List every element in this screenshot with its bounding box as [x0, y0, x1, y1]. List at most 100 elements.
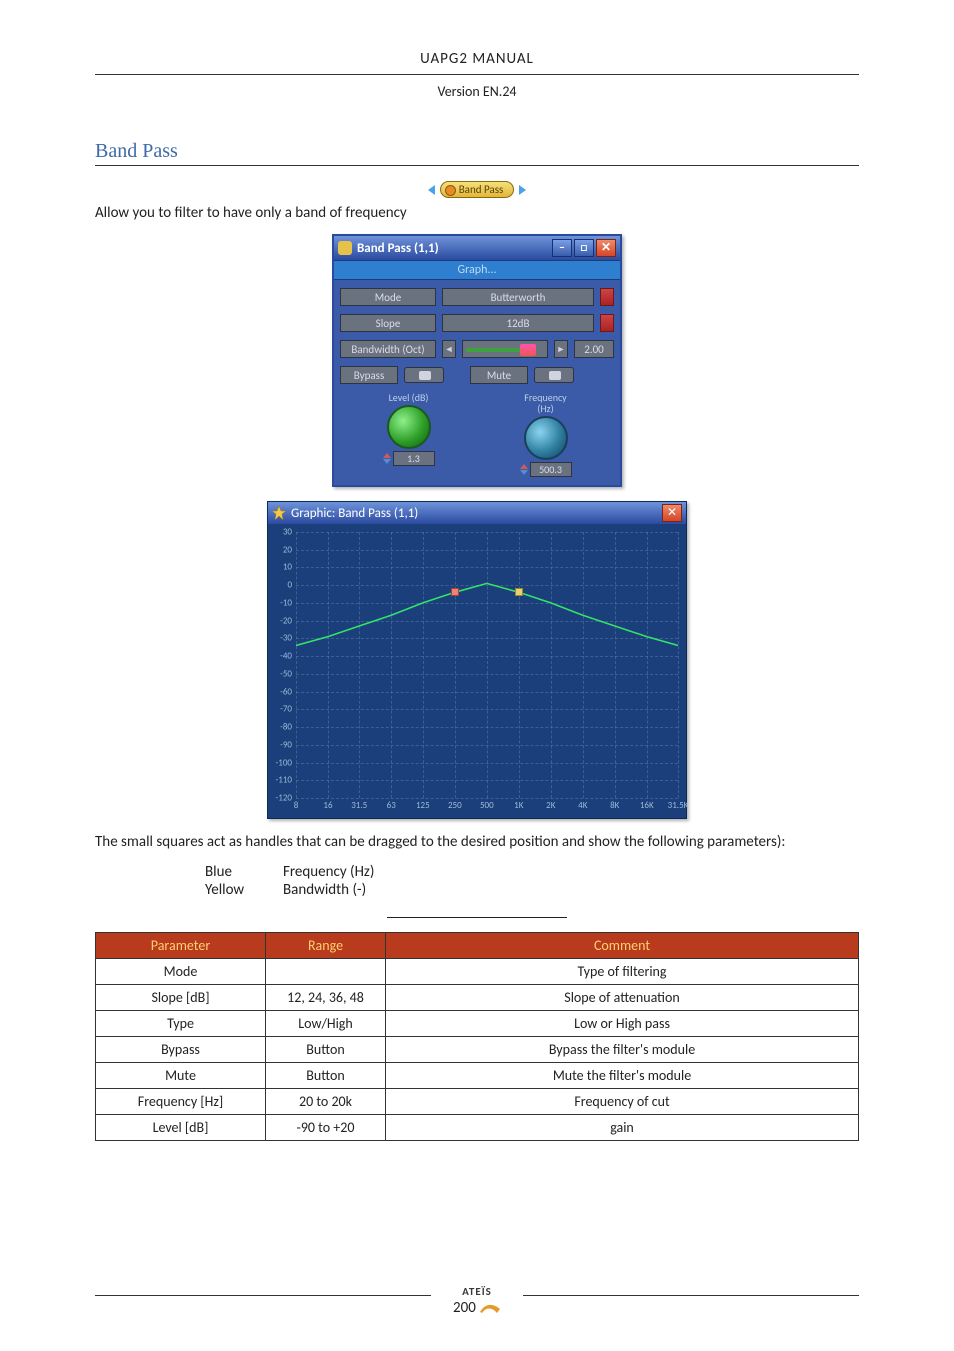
y-tick-label: 20: [283, 544, 292, 555]
response-chart[interactable]: 3020100-10-20-30-40-50-60-70-80-90-100-1…: [296, 532, 678, 812]
table-cell: Frequency [Hz]: [96, 1089, 266, 1115]
bypass-toggle[interactable]: [404, 367, 444, 383]
table-row: Frequency [Hz]20 to 20kFrequency of cut: [96, 1089, 859, 1115]
y-tick-label: 10: [283, 562, 292, 573]
level-down-icon[interactable]: [383, 459, 391, 464]
table-cell: 20 to 20k: [266, 1089, 386, 1115]
frequency-value[interactable]: 500.3: [530, 462, 572, 477]
brand-logo: ATEÏS: [453, 1285, 501, 1298]
y-tick-label: -50: [280, 668, 292, 679]
x-tick-label: 4K: [578, 800, 587, 811]
table-cell: Low or High pass: [386, 1011, 859, 1037]
band-pass-control-window: Band Pass (1,1) – □ ✕ Graph... Mode Butt…: [332, 234, 622, 487]
legend-yellow-key: Yellow: [205, 881, 265, 899]
table-cell: Frequency of cut: [386, 1089, 859, 1115]
divider: [387, 917, 567, 918]
th-parameter: Parameter: [96, 933, 266, 959]
parameter-table: Parameter Range Comment ModeType of filt…: [95, 932, 859, 1141]
table-cell: Button: [266, 1037, 386, 1063]
slope-spinner[interactable]: [600, 314, 614, 332]
table-row: TypeLow/HighLow or High pass: [96, 1011, 859, 1037]
mode-value[interactable]: Butterworth: [442, 288, 594, 306]
band-pass-module-icon: Band Pass: [95, 180, 859, 198]
table-row: Level [dB]-90 to +20gain: [96, 1115, 859, 1141]
graphic-titlebar[interactable]: Graphic: Band Pass (1,1) ✕: [268, 502, 686, 524]
frequency-up-icon[interactable]: [520, 464, 528, 469]
mode-spinner[interactable]: [600, 288, 614, 306]
x-tick-label: 250: [448, 800, 462, 811]
bandwidth-decrease-button[interactable]: ◄: [442, 340, 456, 358]
y-tick-label: -40: [280, 651, 292, 662]
table-cell: Button: [266, 1063, 386, 1089]
table-cell: Mode: [96, 959, 266, 985]
x-tick-label: 1K: [514, 800, 523, 811]
band-pass-chip: Band Pass: [440, 181, 515, 198]
bandwidth-increase-button[interactable]: ►: [554, 340, 568, 358]
chart-handle-bandwidth-low[interactable]: [451, 588, 459, 596]
bandwidth-slider[interactable]: [462, 340, 548, 358]
y-tick-label: -60: [280, 686, 292, 697]
y-tick-label: 30: [283, 527, 292, 538]
y-tick-label: -10: [280, 597, 292, 608]
frequency-knob[interactable]: [524, 416, 568, 460]
table-cell: -90 to +20: [266, 1115, 386, 1141]
table-cell: Mute the filter's module: [386, 1063, 859, 1089]
x-tick-label: 63: [387, 800, 396, 811]
mute-label: Mute: [470, 366, 528, 384]
y-tick-label: -30: [280, 633, 292, 644]
table-cell: Slope of attenuation: [386, 985, 859, 1011]
intro-text: Allow you to filter to have only a band …: [95, 204, 859, 222]
y-tick-label: -110: [276, 775, 292, 786]
x-tick-label: 16K: [640, 800, 654, 811]
frequency-down-icon[interactable]: [520, 470, 528, 475]
bandwidth-label: Bandwidth (Oct): [340, 340, 436, 358]
slope-value[interactable]: 12dB: [442, 314, 594, 332]
x-tick-label: 8: [294, 800, 299, 811]
doc-version: Version EN.24: [95, 83, 859, 100]
section-rule: [95, 165, 859, 166]
y-tick-label: -20: [280, 615, 292, 626]
table-cell: Slope [dB]: [96, 985, 266, 1011]
input-port-icon: [428, 185, 435, 195]
y-tick-label: 0: [287, 580, 292, 591]
x-tick-label: 500: [480, 800, 494, 811]
page-footer: ATEÏS 200: [95, 1287, 859, 1323]
band-pass-graphic-window: Graphic: Band Pass (1,1) ✕ 3020100-10-20…: [267, 501, 687, 819]
handles-description: The small squares act as handles that ca…: [95, 833, 859, 851]
page-number: 200: [453, 1299, 476, 1317]
mode-label: Mode: [340, 288, 436, 306]
table-cell: Type of filtering: [386, 959, 859, 985]
x-tick-label: 16: [323, 800, 332, 811]
graphic-close-button[interactable]: ✕: [662, 504, 682, 522]
app-icon: [338, 241, 352, 255]
frequency-label: Frequency (Hz): [517, 392, 575, 414]
mute-toggle[interactable]: [534, 367, 574, 383]
minimize-button[interactable]: –: [552, 239, 572, 257]
header-rule: [95, 74, 859, 75]
table-cell: Level [dB]: [96, 1115, 266, 1141]
chart-handle-frequency[interactable]: [515, 588, 523, 596]
bandwidth-value[interactable]: 2.00: [574, 340, 614, 358]
titlebar[interactable]: Band Pass (1,1) – □ ✕: [334, 236, 620, 260]
level-value[interactable]: 1.3: [393, 451, 435, 466]
table-row: Mode Type of filtering: [96, 959, 859, 985]
th-range: Range: [266, 933, 386, 959]
y-tick-label: -120: [276, 793, 292, 804]
table-cell: Bypass the filter's module: [386, 1037, 859, 1063]
level-knob[interactable]: [387, 405, 431, 449]
swoosh-icon: [479, 1301, 501, 1315]
x-tick-label: 31.5: [351, 800, 367, 811]
bypass-label: Bypass: [340, 366, 398, 384]
close-button[interactable]: ✕: [596, 239, 616, 257]
table-cell: 12, 24, 36, 48: [266, 985, 386, 1011]
maximize-button[interactable]: □: [574, 239, 594, 257]
level-up-icon[interactable]: [383, 453, 391, 458]
legend-blue-key: Blue: [205, 863, 265, 881]
graph-link[interactable]: Graph...: [334, 260, 620, 280]
table-row: MuteButtonMute the filter's module: [96, 1063, 859, 1089]
legend-blue-value: Frequency (Hz): [283, 863, 374, 881]
doc-title: UAPG2 MANUAL: [420, 50, 534, 68]
section-title: Band Pass: [95, 140, 859, 163]
table-row: Slope [dB]12, 24, 36, 48Slope of attenua…: [96, 985, 859, 1011]
window-title: Band Pass (1,1): [357, 241, 439, 256]
